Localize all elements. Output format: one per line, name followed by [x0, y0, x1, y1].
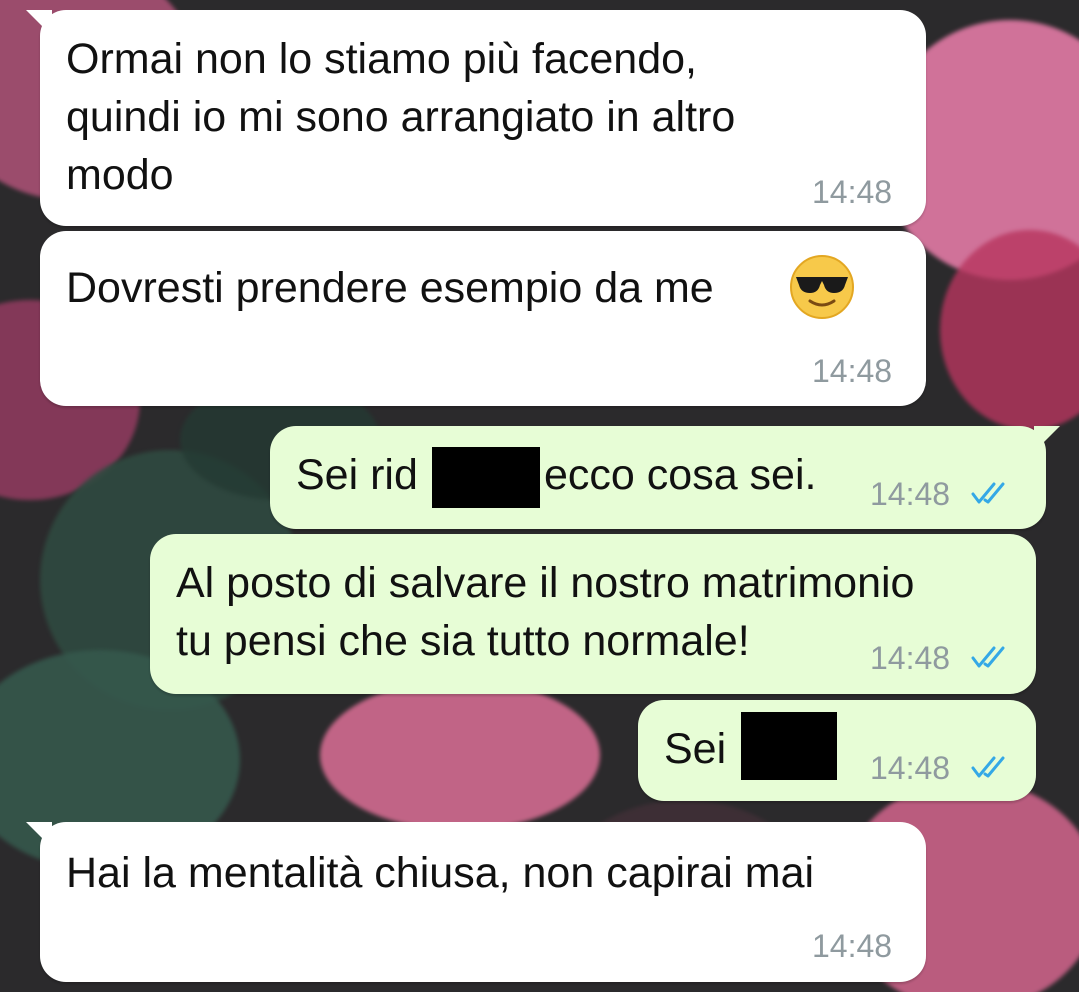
message-timestamp: 14:48 — [812, 174, 893, 210]
outgoing-message-bubble[interactable]: Sei 14:48 — [638, 700, 1036, 801]
double-check-read-icon — [971, 756, 1005, 778]
smiling-face-with-sunglasses-icon — [790, 255, 854, 319]
double-check-read-icon — [971, 646, 1005, 668]
message-text: Sei — [664, 725, 727, 773]
message-timestamp: 14:48 — [870, 750, 951, 786]
message-timestamp: 14:48 — [870, 476, 951, 512]
double-check-read-icon — [971, 482, 1005, 504]
message-timestamp: 14:48 — [812, 353, 893, 389]
incoming-message-bubble[interactable]: Dovresti prendere esempio da me 14:48 — [40, 231, 926, 406]
message-text: Al posto di salvare il nostro matrimonio… — [176, 559, 915, 665]
message-timestamp: 14:48 — [812, 928, 893, 964]
message-text: Hai la mentalità chiusa, non capirai mai — [66, 849, 815, 897]
redaction-box — [741, 712, 837, 780]
incoming-message-bubble[interactable]: Hai la mentalità chiusa, non capirai mai… — [26, 822, 926, 982]
message-text: ecco cosa sei. — [544, 451, 817, 499]
message-timestamp: 14:48 — [870, 640, 951, 676]
message-text: Ormai non lo stiamo più facendo, quindi … — [66, 35, 736, 199]
bubble-tail — [26, 10, 52, 36]
outgoing-message-bubble[interactable]: Al posto di salvare il nostro matrimonio… — [150, 534, 1036, 694]
bubble-tail — [1034, 426, 1060, 452]
message-text: Sei rid — [296, 451, 418, 499]
bubble-tail — [26, 822, 52, 848]
message-text: Dovresti prendere esempio da me — [66, 264, 714, 312]
redaction-box — [432, 447, 540, 508]
outgoing-message-bubble[interactable]: Sei rid ecco cosa sei. 14:48 — [270, 426, 1060, 529]
incoming-message-bubble[interactable]: Ormai non lo stiamo più facendo, quindi … — [26, 10, 926, 226]
